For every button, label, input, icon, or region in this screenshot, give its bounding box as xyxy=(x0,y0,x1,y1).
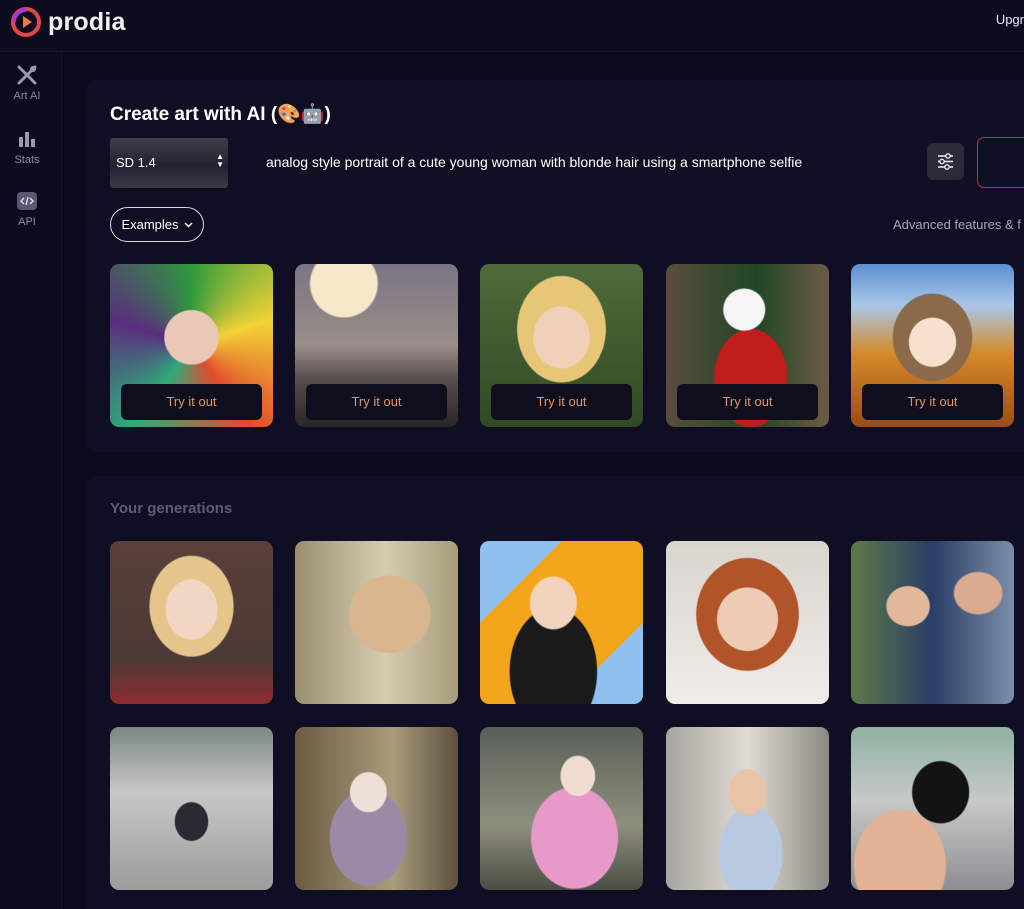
paintbrush-cross-icon xyxy=(17,65,37,85)
generation-image[interactable] xyxy=(666,541,829,704)
try-it-out-button[interactable]: Try it out xyxy=(121,384,262,420)
generation-image[interactable] xyxy=(851,541,1014,704)
upgrade-link[interactable]: Upgr xyxy=(996,12,1024,27)
advanced-features-link[interactable]: Advanced features & f xyxy=(893,217,1021,232)
sliders-icon xyxy=(938,153,953,170)
prodia-logo[interactable]: prodia xyxy=(10,6,126,38)
examples-button[interactable]: Examples xyxy=(110,207,204,242)
generation-image[interactable] xyxy=(851,727,1014,890)
generation-image[interactable] xyxy=(110,541,273,704)
generation-image[interactable] xyxy=(295,727,458,890)
try-it-out-button[interactable]: Try it out xyxy=(677,384,818,420)
generation-image[interactable] xyxy=(666,727,829,890)
sidebar-item-label: Art AI xyxy=(13,90,41,102)
example-card: Try it out xyxy=(295,264,458,427)
generation-image[interactable] xyxy=(295,541,458,704)
examples-label: Examples xyxy=(121,217,179,232)
top-bar: prodia Upgr xyxy=(0,0,1024,52)
try-it-out-button[interactable]: Try it out xyxy=(862,384,1003,420)
sidebar-item-api[interactable]: API xyxy=(0,190,54,228)
settings-button[interactable] xyxy=(927,143,964,180)
sidebar-item-art-ai[interactable]: Art AI xyxy=(0,64,54,102)
select-arrows-icon: ▲ ▼ xyxy=(216,152,224,169)
chevron-down-icon xyxy=(184,221,193,228)
sidebar-item-stats[interactable]: Stats xyxy=(0,128,54,166)
example-card: Try it out xyxy=(851,264,1014,427)
example-card: Try it out xyxy=(666,264,829,427)
model-select[interactable]: SD 1.4 ▲ ▼ xyxy=(110,138,228,188)
example-card: Try it out xyxy=(110,264,273,427)
example-card: Try it out xyxy=(480,264,643,427)
prompt-box xyxy=(250,137,972,187)
try-it-out-button[interactable]: Try it out xyxy=(491,384,632,420)
generation-image[interactable] xyxy=(480,541,643,704)
page-title: Create art with AI (🎨🤖) xyxy=(110,104,331,125)
generation-image[interactable] xyxy=(480,727,643,890)
generations-title: Your generations xyxy=(110,500,233,517)
generation-image[interactable] xyxy=(110,727,273,890)
app-name: prodia xyxy=(48,7,126,36)
bar-chart-icon xyxy=(19,132,35,147)
prompt-input[interactable] xyxy=(266,151,916,173)
sidebar-item-label: API xyxy=(18,216,36,228)
try-it-out-button[interactable]: Try it out xyxy=(306,384,447,420)
generate-button[interactable] xyxy=(977,137,1024,188)
prodia-logo-icon xyxy=(11,7,41,37)
model-select-value: SD 1.4 xyxy=(116,155,156,170)
sidebar: Art AI Stats API xyxy=(0,52,62,909)
sidebar-item-label: Stats xyxy=(14,154,40,166)
code-icon xyxy=(17,192,37,210)
